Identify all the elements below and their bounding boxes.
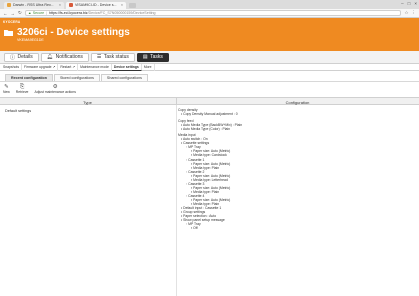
config-tab-label: Stored configurations (59, 75, 94, 80)
subtab-restart[interactable]: Restart ↗ (58, 63, 79, 71)
tab-favicon-icon (69, 3, 73, 8)
tab-label: Details (17, 54, 33, 60)
browser-address-bar: ← → ↻ 🔒︎ Secure | https://fs-ecl.kyocera… (0, 9, 419, 18)
brand-logo: KYOCERA (3, 19, 21, 24)
table-header: Type Configuration (0, 97, 419, 106)
tab-details[interactable]: ⓘ Details (4, 52, 39, 62)
forward-icon[interactable]: → (11, 11, 16, 16)
row-type-cell: Default settings (5, 109, 32, 113)
browser-tab-darwin[interactable]: Darwin - RSS Ultra Rev... × (4, 1, 64, 9)
config-tab-label: Recent configuration (11, 75, 47, 80)
url-host: https://fs-ecl.kyocera.biz (49, 11, 88, 15)
info-icon: ⓘ (10, 54, 16, 61)
device-serial: VKEMA9EG1DE (17, 38, 44, 42)
tasks-icon: ▤ (142, 54, 148, 60)
config-line: ▪ Off (191, 226, 198, 231)
subtab-label: Restart (60, 65, 72, 69)
browser-tab-label: VISAM9CI-ID - Device s... (75, 3, 117, 8)
new-tab-button[interactable] (129, 3, 136, 8)
tab-favicon-icon (7, 3, 11, 8)
back-icon[interactable]: ← (3, 11, 8, 16)
configuration-cell: Copy density • Copy Density Manual adjust… (178, 108, 416, 230)
adjust-label: Adjust maintenance actions (34, 89, 76, 94)
retrieve-button[interactable]: ⎘ Retrieve (16, 84, 29, 94)
subtab-label: Maintenance mode (80, 65, 109, 69)
close-tab-icon[interactable]: × (119, 3, 123, 7)
menu-icon[interactable]: ⋮ (412, 10, 417, 16)
url-path: /Device/FC_S7N050000159/DeviceSetting (87, 11, 156, 15)
list-icon: ☰ (96, 54, 102, 60)
bell-icon: 🔔︎ (46, 54, 54, 60)
tab-task-status[interactable]: ☰ Task status (90, 52, 135, 62)
external-icon: ↗ (72, 65, 76, 69)
subtab-label: Snapshots (3, 65, 20, 69)
subtab-snapshots[interactable]: Snapshots (1, 63, 23, 71)
page-title: 3206ci - Device settings (17, 26, 130, 38)
browser-tab-label: Darwin - RSS Ultra Rev... (13, 3, 54, 8)
config-toolbar: ✎ New ⎘ Retrieve ⚙ Adjust maintenance ac… (0, 81, 419, 94)
tab-tasks[interactable]: ▤ Tasks (136, 52, 169, 62)
device-folder-icon (4, 30, 13, 36)
new-button[interactable]: ✎ New (3, 84, 10, 94)
adjust-maintenance-actions-button[interactable]: ⚙ Adjust maintenance actions (34, 84, 75, 94)
configuration-tabs: Recent configuration Stored configuratio… (0, 72, 419, 81)
page-header: KYOCERA 3206ci - Device settings VKEMA9E… (0, 18, 419, 51)
config-tab-label: Shared configurations (106, 75, 142, 80)
tab-shared-configurations[interactable]: Shared configurations (100, 73, 148, 81)
subtab-firmware-upgrade[interactable]: Firmware upgrade ↗ (22, 63, 59, 71)
subtab-label: Firmware upgrade (24, 65, 52, 69)
tab-recent-configuration[interactable]: Recent configuration (5, 73, 53, 81)
url-field[interactable]: 🔒︎ Secure | https://fs-ecl.kyocera.biz /… (24, 9, 402, 17)
bookmark-star-icon[interactable]: ☆ (404, 10, 408, 16)
secure-label: Secure (32, 11, 45, 15)
tab-label: Task status (103, 54, 129, 60)
lock-icon: 🔒︎ (28, 11, 31, 15)
subtab-label: Device settings (113, 64, 139, 69)
browser-tab-bar: Darwin - RSS Ultra Rev... × VISAM9CI-ID … (0, 0, 419, 9)
detail-tabs: ⓘ Details 🔔︎ Notifications ☰ Task status… (0, 51, 419, 64)
task-subtabs: Snapshots Firmware upgrade ↗ Restart ↗ M… (0, 63, 419, 71)
window-controls: – □ × (401, 1, 417, 6)
subtab-device-settings[interactable]: Device settings (111, 63, 142, 71)
new-label: New (3, 89, 10, 94)
maximize-icon[interactable]: □ (408, 1, 411, 6)
external-icon: ↗ (52, 65, 56, 69)
subtab-label: More (143, 65, 152, 69)
tab-label: Notifications (55, 54, 83, 60)
minimize-icon[interactable]: – (401, 1, 404, 6)
close-window-icon[interactable]: × (414, 1, 417, 6)
subtab-more[interactable]: More (142, 63, 155, 71)
subtab-maintenance-mode[interactable]: Maintenance mode (78, 63, 112, 71)
tab-stored-configurations[interactable]: Stored configurations (53, 73, 100, 81)
retrieve-label: Retrieve (15, 89, 29, 94)
tab-label: Tasks (150, 54, 163, 60)
table-row: Default settings Copy density • Copy Dens… (0, 105, 419, 296)
reload-icon[interactable]: ↻ (18, 10, 22, 16)
browser-tab-device-settings[interactable]: VISAM9CI-ID - Device s... × (66, 1, 126, 9)
column-divider (175, 105, 176, 296)
tab-notifications[interactable]: 🔔︎ Notifications (40, 52, 89, 62)
url-divider: | (46, 11, 48, 15)
close-tab-icon[interactable]: × (57, 3, 61, 7)
